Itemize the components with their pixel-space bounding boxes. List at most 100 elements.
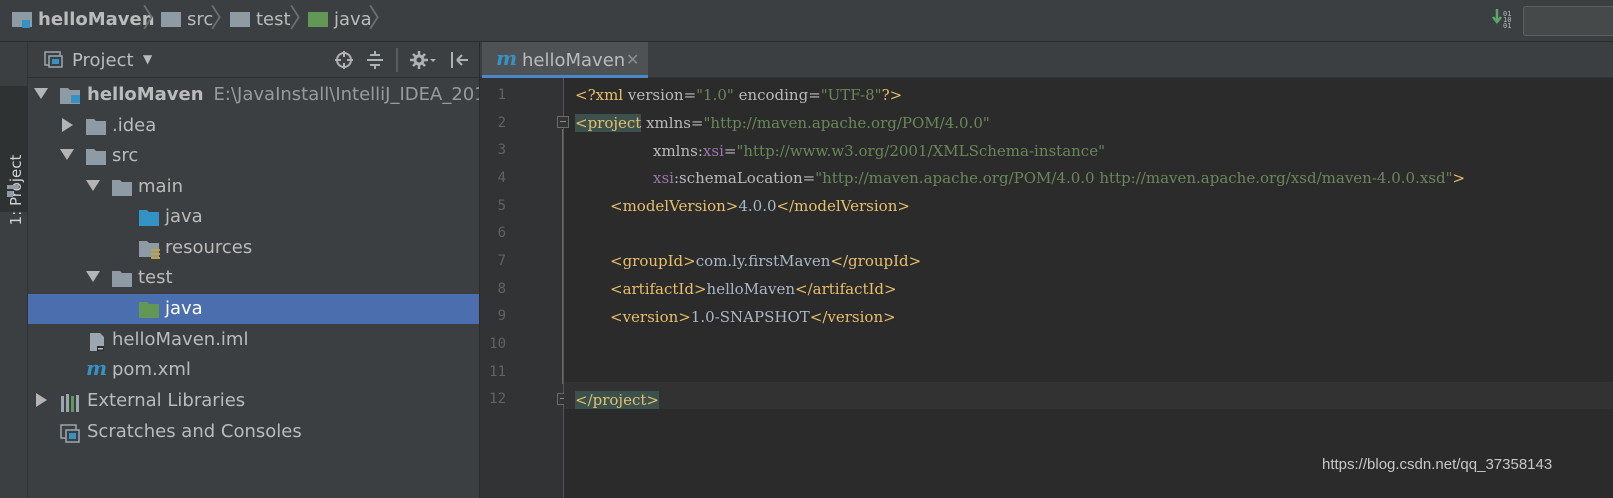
code-token: :schemaLocation= [673, 169, 816, 187]
code-token: xsi [702, 142, 724, 160]
tree-item-pom[interactable]: m pom.xml [28, 355, 479, 385]
code-token: </modelVersion> [776, 197, 910, 215]
tree-item-label: External Libraries [87, 390, 246, 411]
code-token: "http://www.w3.org/2001/XMLSchema-instan… [736, 142, 1105, 160]
code-token: </artifactId> [795, 280, 897, 298]
fold-marker-icon[interactable] [557, 116, 569, 128]
code-token: </groupId> [830, 252, 922, 270]
line-number: 6 [497, 225, 506, 241]
view-dropdown-icon[interactable]: ▼ [143, 52, 152, 66]
editor-gutter: 1 2 3 4 5 6 7 8 9 10 11 12 [480, 78, 564, 498]
library-icon [60, 393, 82, 418]
code-token: <artifactId> [610, 280, 707, 298]
iml-file-icon [88, 332, 108, 357]
code-token: <groupId> [610, 252, 696, 270]
test-folder-icon [308, 11, 328, 27]
resources-folder-icon [139, 240, 161, 265]
code-token: = [723, 142, 737, 160]
line-number: 5 [497, 198, 506, 214]
collapse-all-icon[interactable] [365, 50, 385, 75]
breadcrumb-java[interactable]: java [308, 0, 372, 38]
code-line-12[interactable]: </project> [575, 389, 659, 411]
scratches-icon [60, 424, 82, 449]
code-token: <modelVersion> [610, 197, 739, 215]
code-token: helloMaven [706, 280, 796, 298]
code-token: </version> [809, 308, 896, 326]
code-line-8[interactable]: <artifactId>helloMaven</artifactId> [610, 278, 897, 300]
project-tool-window: Project ▼ helloMaven E:\JavaInstall\Intel… [28, 42, 479, 498]
tree-item-label: java [165, 206, 203, 227]
code-line-7[interactable]: <groupId>com.ly.firstMaven</groupId> [610, 250, 921, 272]
breadcrumb-project[interactable]: helloMaven [12, 0, 155, 38]
expand-arrow-icon[interactable] [62, 118, 73, 132]
project-tool-window-button[interactable]: 1: Project [0, 86, 28, 225]
line-number: 4 [497, 170, 506, 186]
expand-arrow-icon[interactable] [86, 271, 100, 282]
editor-tab-hellomaven[interactable]: m helloMaven ✕ [482, 42, 648, 78]
tree-item-label: test [138, 267, 173, 288]
fold-guide [562, 129, 563, 384]
project-folder-icon [12, 11, 32, 28]
project-view-title[interactable]: Project [72, 50, 134, 71]
tree-item-test-java[interactable]: java [28, 294, 479, 324]
code-token: xmlns: [653, 142, 703, 160]
breadcrumb-src[interactable]: src [161, 0, 213, 38]
code-token: 4.0.0 [738, 197, 777, 215]
project-panel-header: Project ▼ [28, 42, 479, 78]
source-folder-icon [139, 209, 161, 232]
tree-item-test[interactable]: test [28, 263, 479, 293]
tree-item-main-java[interactable]: java [28, 202, 479, 232]
breadcrumb-label: test [256, 8, 291, 30]
tree-item-src[interactable]: src [28, 141, 479, 171]
close-icon[interactable]: ✕ [626, 50, 639, 69]
tree-item-resources[interactable]: resources [28, 233, 479, 263]
run-configuration-selector[interactable] [1523, 6, 1613, 36]
expand-arrow-icon[interactable] [60, 149, 74, 160]
code-token: <version> [610, 308, 691, 326]
expand-arrow-icon[interactable] [86, 180, 100, 191]
expand-arrow-icon[interactable] [34, 88, 48, 99]
tree-item-label: main [138, 176, 183, 197]
code-line-4[interactable]: xsi:schemaLocation="http://maven.apache.… [653, 167, 1465, 189]
project-view-icon [44, 51, 64, 73]
tree-item-label: helloMaven [87, 84, 204, 105]
project-window-icon [6, 182, 22, 202]
update-project-icon[interactable]: 01 10 01 [1492, 8, 1514, 34]
tree-item-label: pom.xml [112, 359, 191, 380]
tree-item-label: .idea [112, 115, 157, 136]
watermark-text: https://blog.csdn.net/qq_37358143 [1322, 456, 1553, 473]
module-folder-icon [60, 87, 82, 110]
tree-item-hellomaven[interactable]: helloMaven E:\JavaInstall\IntelliJ_IDEA_2… [28, 80, 479, 110]
editor-tab-bar: m helloMaven ✕ [480, 42, 1613, 78]
code-token: <?xml [575, 86, 628, 104]
tree-item-external-libraries[interactable]: External Libraries [28, 386, 479, 416]
tree-item-idea[interactable]: .idea [28, 111, 479, 141]
locate-file-icon[interactable] [334, 50, 354, 75]
code-line-1[interactable]: <?xml version="1.0" encoding="UTF-8"?> [575, 84, 902, 106]
code-line-9[interactable]: <version>1.0-SNAPSHOT</version> [610, 306, 896, 328]
code-line-5[interactable]: <modelVersion>4.0.0</modelVersion> [610, 195, 910, 217]
maven-file-icon: m [86, 356, 108, 380]
module-path: E:\JavaInstall\IntelliJ_IDEA_2018.1. [213, 84, 479, 105]
code-line-3[interactable]: xmlns:xsi="http://www.w3.org/2001/XMLSch… [653, 140, 1105, 162]
tree-item-scratches[interactable]: Scratches and Consoles [28, 417, 479, 447]
code-token: </project> [575, 391, 659, 409]
tree-item-label: resources [165, 237, 253, 258]
folder-icon [112, 179, 134, 202]
breadcrumb-separator: 〉 [368, 4, 395, 34]
folder-icon [161, 11, 181, 27]
breadcrumb-test[interactable]: test [230, 0, 291, 38]
expand-arrow-icon[interactable] [36, 393, 47, 407]
tree-item-main[interactable]: main [28, 172, 479, 202]
code-line-2[interactable]: <project xmlns="http://maven.apache.org/… [575, 112, 990, 134]
gear-icon[interactable] [409, 50, 437, 75]
tree-item-iml[interactable]: helloMaven.iml [28, 325, 479, 355]
code-token: encoding= [733, 86, 821, 104]
code-token: > [1452, 169, 1466, 187]
line-number: 7 [497, 253, 506, 269]
test-source-folder-icon [139, 301, 161, 324]
hide-panel-icon[interactable] [449, 50, 469, 75]
code-token: xmlns= [641, 114, 704, 132]
code-token: com.ly.firstMaven [695, 252, 831, 270]
code-token: 1.0-SNAPSHOT [690, 308, 810, 326]
